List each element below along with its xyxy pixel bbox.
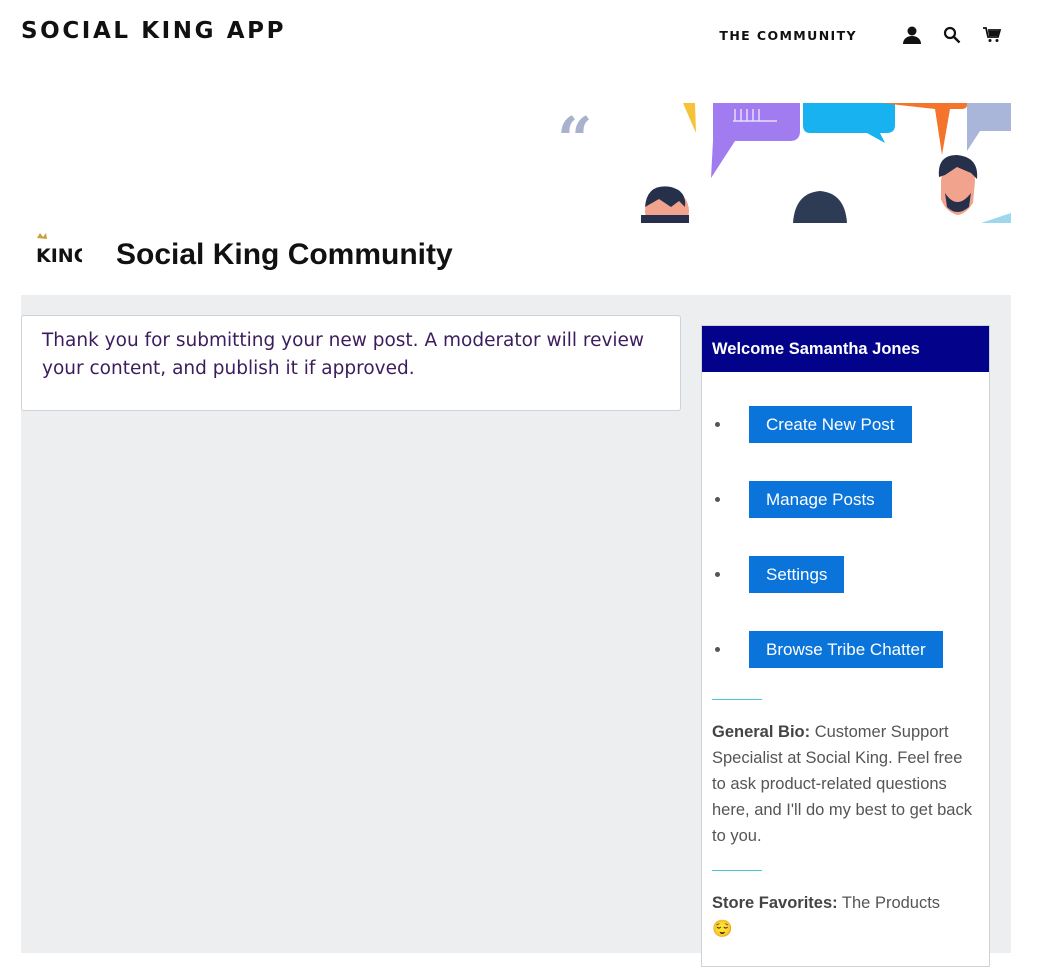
favorites-text: The Products [841, 894, 941, 912]
person-illustration-3 [938, 155, 1011, 223]
bullet [715, 422, 720, 427]
person-illustration-2 [793, 191, 847, 223]
relieved-face-emoji-icon: 😌 [712, 920, 733, 938]
list-item: Manage Posts [702, 481, 989, 561]
divider [712, 699, 762, 700]
favorites-label: Store Favorites: [712, 894, 838, 912]
bullet [715, 647, 720, 652]
divider [712, 870, 762, 871]
page-title: Social King Community [116, 238, 453, 271]
create-new-post-button[interactable]: Create New Post [749, 406, 912, 443]
bullet [715, 497, 720, 502]
store-favorites: Store Favorites: The Products 😌 [712, 890, 977, 942]
search-icon[interactable] [941, 24, 963, 46]
manage-posts-button[interactable]: Manage Posts [749, 481, 892, 518]
account-icon[interactable] [901, 24, 923, 46]
cart-icon[interactable] [981, 24, 1003, 46]
settings-button[interactable]: Settings [749, 556, 845, 593]
general-bio: General Bio: Customer Support Specialist… [712, 719, 977, 849]
king-logo[interactable]: KING [34, 232, 89, 272]
welcome-header: Welcome Samantha Jones [702, 326, 989, 372]
quote-mark-icon: “ [557, 103, 593, 176]
logo-text: KING [36, 245, 82, 267]
nav-link-community[interactable]: THE COMMUNITY [719, 28, 857, 43]
submission-notice: Thank you for submitting your new post. … [21, 315, 681, 411]
user-sidebar: Welcome Samantha Jones Create New Post M… [701, 325, 990, 967]
bio-text: Customer Support Specialist at Social Ki… [712, 723, 972, 845]
bullet [715, 572, 720, 577]
list-item: Create New Post [702, 406, 989, 486]
top-nav: THE COMMUNITY [719, 24, 1003, 46]
list-item: Settings [702, 556, 989, 636]
sidebar-menu: Create New Post Manage Posts Settings Br… [702, 406, 989, 711]
site-title[interactable]: SOCIAL KING APP [21, 18, 286, 44]
main-content: Thank you for submitting your new post. … [21, 295, 1011, 967]
browse-tribe-chatter-button[interactable]: Browse Tribe Chatter [749, 631, 943, 668]
person-illustration-1 [641, 186, 689, 223]
community-banner-image: “ [555, 103, 1011, 223]
notice-message: Thank you for submitting your new post. … [42, 330, 645, 379]
bio-label: General Bio: [712, 723, 811, 741]
